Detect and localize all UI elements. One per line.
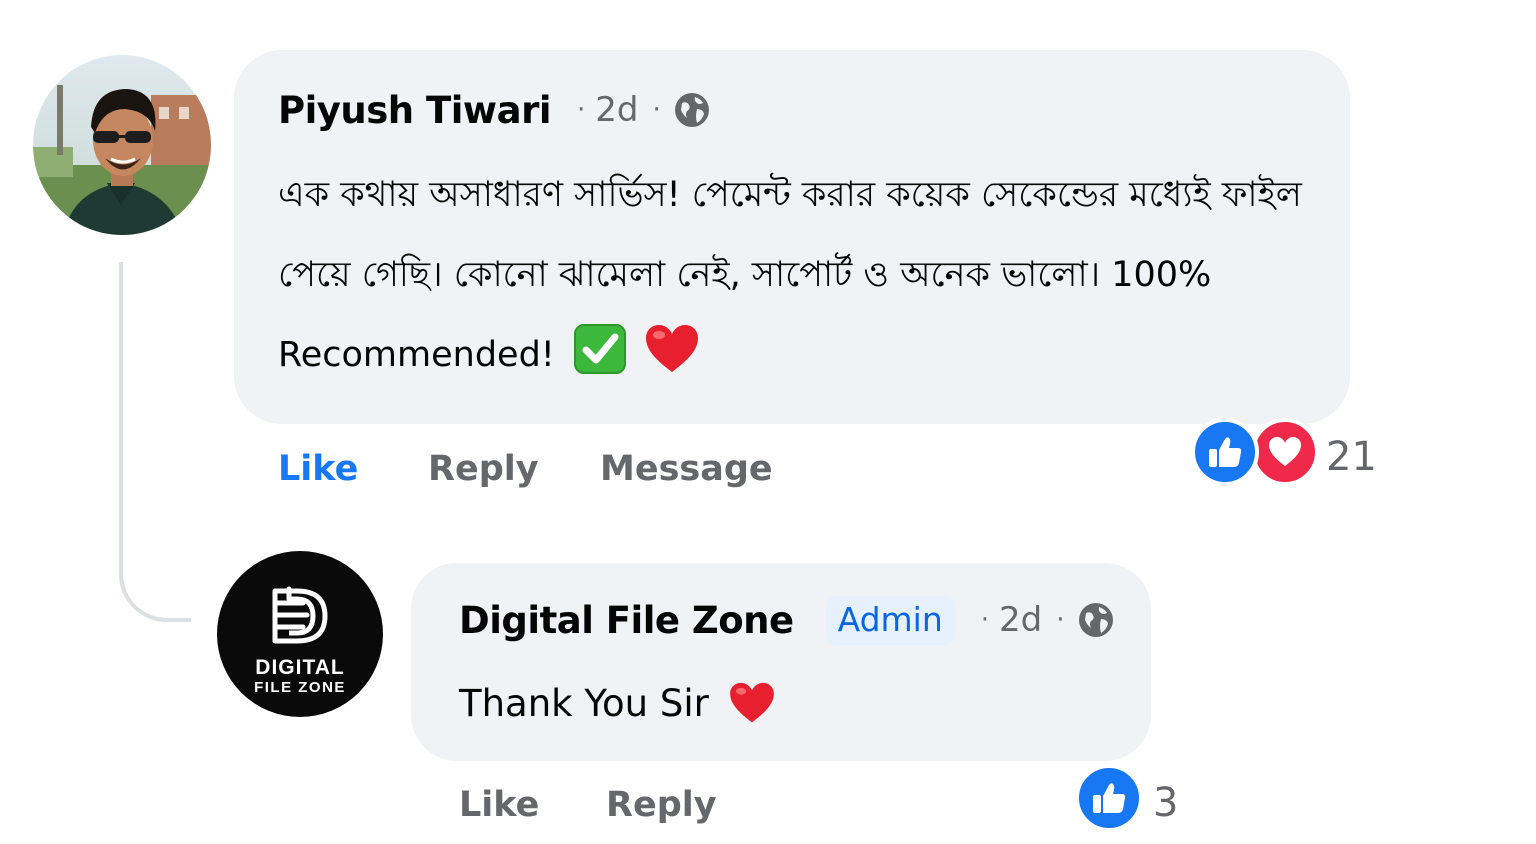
red-heart-icon [645,323,699,403]
thread-connector-line [119,262,191,622]
comment-text: এক কথায় অসাধারণ সার্ভিস! পেমেন্ট করার ক… [278,155,1338,403]
reaction-count[interactable]: 21 [1326,434,1377,480]
comment-header: Piyush Tiwari · 2d · [278,84,711,136]
message-button[interactable]: Message [600,449,773,489]
separator-dot: · [652,95,661,125]
reply-reaction-count[interactable]: 3 [1153,780,1178,826]
separator-dot: · [1056,605,1065,635]
reply-like-button[interactable]: Like [459,785,539,825]
avatar-piyush-tiwari[interactable] [33,55,211,235]
reply-timestamp[interactable]: 2d [999,600,1042,640]
reply-button[interactable]: Reply [428,449,539,489]
avatar-digital-file-zone[interactable]: DIGITAL FILE ZONE [217,551,383,717]
check-mark-icon [573,323,626,403]
like-reaction-icon[interactable] [1191,418,1259,486]
comment-body-text: এক কথায় অসাধারণ সার্ভিস! পেমেন্ট করার ক… [278,175,1302,375]
reply-reply-button[interactable]: Reply [606,785,717,825]
red-heart-icon [729,682,775,740]
reply-header: Digital File Zone Admin · 2d · [459,594,1115,646]
comment-author-name[interactable]: Piyush Tiwari [278,89,552,132]
admin-badge: Admin [825,595,955,645]
globe-icon [1077,601,1115,639]
reply-body-text: Thank You Sir [459,682,709,725]
logo-text-digital: DIGITAL [255,656,345,679]
like-button[interactable]: Like [278,449,358,489]
comment-timestamp[interactable]: 2d [595,90,638,130]
like-reaction-icon[interactable] [1075,764,1143,832]
separator-dot: · [980,605,990,635]
love-reaction-icon[interactable] [1251,418,1319,486]
globe-icon [673,91,711,129]
comment-thread: Piyush Tiwari · 2d · এক কথায় অসাধারণ সা… [0,0,1536,844]
reply-text: Thank You Sir [459,676,775,740]
digital-file-zone-logo-icon [272,586,328,644]
reply-author-name[interactable]: Digital File Zone [459,599,794,642]
logo-text-file-zone: FILE ZONE [254,679,346,696]
profile-photo [33,55,211,235]
separator-dot: · [577,95,586,125]
